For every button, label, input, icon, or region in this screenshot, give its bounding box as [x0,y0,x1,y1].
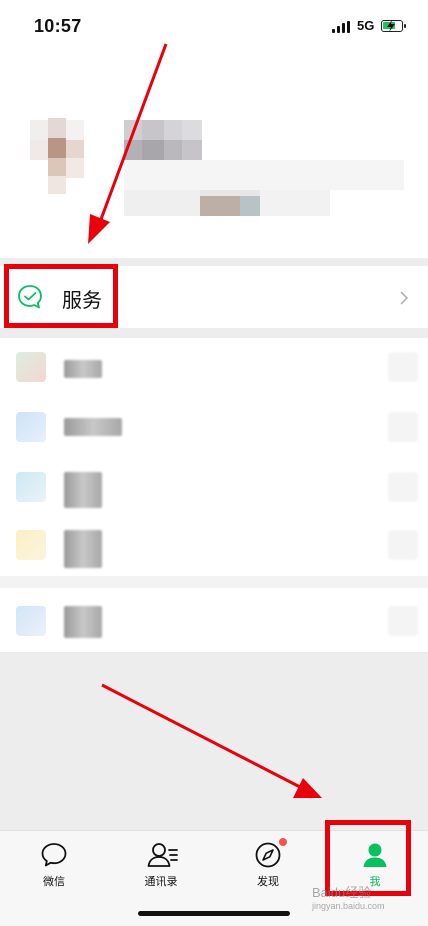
chat-bubble-icon [41,843,67,867]
compass-icon [255,842,281,868]
tab-discover[interactable]: 发现 [228,831,308,901]
chevron-right-icon [388,352,418,382]
list-item[interactable] [0,514,428,572]
watermark-sub: jingyan.baidu.com [312,901,385,911]
status-bar: 10:57 5G [0,0,428,52]
empty-area [0,652,428,830]
profile-header[interactable] [0,52,428,258]
section-divider [0,328,428,338]
status-time: 10:57 [34,16,82,36]
list-item-label [64,472,102,508]
chevron-right-icon [400,291,409,305]
chevron-right-icon [388,530,418,560]
list-item[interactable] [0,338,428,396]
battery-icon [381,20,406,32]
chevron-right-icon [388,606,418,636]
list-item[interactable] [0,456,428,514]
list-item-icon [16,472,46,502]
settings-list [0,338,428,652]
tab-chats[interactable]: 微信 [14,831,94,901]
list-item-label [64,606,102,638]
watermark-text: Baidu经验 [312,885,372,900]
list-item-icon [16,412,46,442]
section-divider [0,576,428,588]
tab-label: 微信 [43,876,65,888]
tab-contacts[interactable]: 通讯录 [121,831,201,901]
list-item[interactable] [0,398,428,456]
list-item-label [64,530,102,568]
list-item[interactable] [0,594,428,652]
list-item-label [64,418,122,436]
contacts-icon [147,843,178,867]
annotation-box-services [4,264,118,328]
signal-icon [332,21,352,33]
list-item-icon [16,352,46,382]
notification-dot [279,838,287,846]
tab-label: 通讯录 [144,876,178,888]
tab-label: 发现 [257,876,279,888]
watermark: Baidu经验 jingyan.baidu.com [312,882,385,911]
home-indicator [138,911,290,916]
chevron-right-icon [388,472,418,502]
list-item-icon [16,606,46,636]
list-item-icon [16,530,46,560]
chevron-right-icon [388,412,418,442]
network-type: 5G [357,18,375,33]
list-item-label [64,360,102,378]
